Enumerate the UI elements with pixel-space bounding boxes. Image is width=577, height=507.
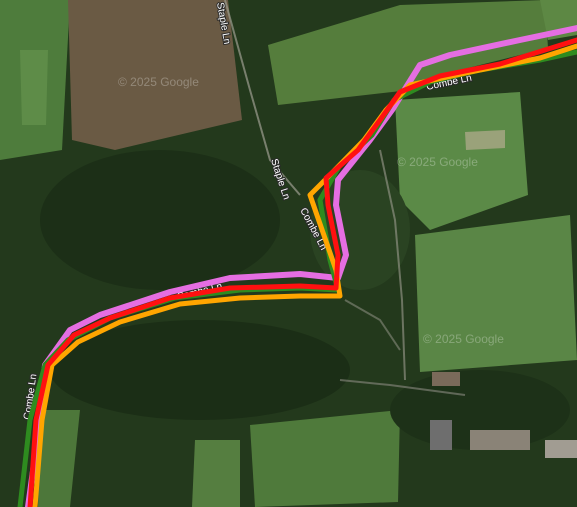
field-plot — [20, 50, 48, 125]
watermark: © 2025 Google — [423, 332, 504, 346]
watermark: © 2025 Google — [397, 155, 478, 169]
forest-patch — [40, 150, 280, 290]
building — [430, 420, 452, 450]
building — [432, 372, 460, 386]
watermark: © 2025 Google — [118, 75, 199, 89]
field-bottom-center — [250, 410, 400, 507]
satellite-map[interactable]: © 2025 Google © 2025 Google © 2025 Googl… — [0, 0, 577, 507]
building — [470, 430, 530, 450]
field-patch — [465, 130, 505, 150]
field-right-lower — [415, 215, 577, 372]
building — [545, 440, 577, 458]
field-bottom-small — [192, 440, 240, 507]
map-canvas[interactable]: © 2025 Google © 2025 Google © 2025 Googl… — [0, 0, 577, 507]
